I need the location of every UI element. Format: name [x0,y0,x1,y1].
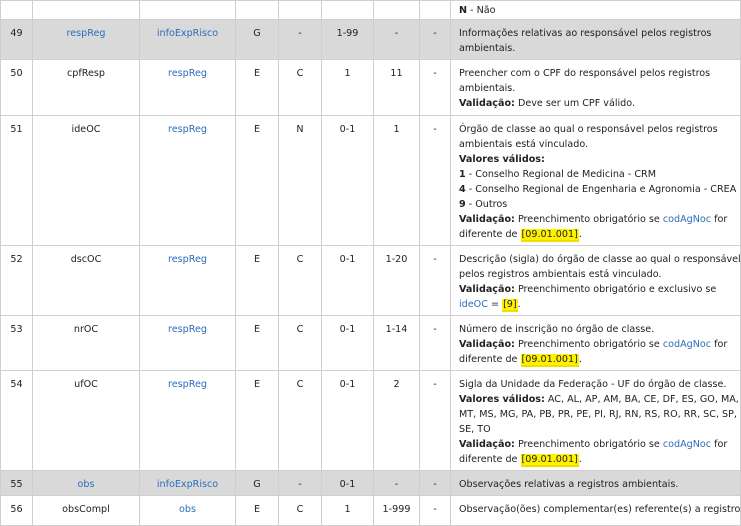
field-cardinality: 0-1 [321,115,374,246]
table-row: 51 ideOC respReg E N 0-1 1 - Órgão de cl… [0,115,741,246]
field-name: ideOC [32,115,140,246]
layout-table: N - Não 49 respReg infoExpRisco G - 1-99… [0,0,741,526]
field-occurrence: - [278,19,322,60]
field-size: - [373,470,420,496]
table-row: 55 obs infoExpRisco G - 0-1 - - Observaç… [0,470,741,496]
parent-link[interactable]: respReg [168,379,207,390]
table-row: 53 nrOC respReg E C 0-1 1-14 - Número de… [0,315,741,371]
field-number: 53 [0,315,33,371]
field-occurrence: C [278,59,322,116]
field-occurrence: - [278,470,322,496]
field-cardinality: 1-99 [321,19,374,60]
field-occurrence: C [278,370,322,471]
field-cardinality: 1 [321,495,374,526]
field-description: Órgão de classe ao qual o responsável pe… [450,115,741,246]
field-number: 51 [0,115,33,246]
field-decimals: - [419,19,451,60]
field-size: 1-999 [373,495,420,526]
parent-link[interactable]: respReg [168,254,207,265]
field-cardinality: 0-1 [321,470,374,496]
field-decimals: - [419,115,451,246]
table-row: 50 cpfResp respReg E C 1 11 - Preencher … [0,59,741,116]
field-occurrence: N [278,115,322,246]
field-occurrence: C [278,495,322,526]
field-type: G [235,470,279,496]
field-name: nrOC [32,315,140,371]
field-description: Informações relativas ao responsável pel… [450,19,741,60]
table-row: 52 dscOC respReg E C 0-1 1-20 - Descriçã… [0,245,741,316]
field-size: 11 [373,59,420,116]
field-number: 52 [0,245,33,316]
highlighted-code: [09.01.001] [520,354,579,365]
highlighted-code: [9] [502,299,518,310]
field-type: E [235,315,279,371]
codagnoc-link[interactable]: codAgNoc [663,214,711,225]
field-name: cpfResp [32,59,140,116]
table-row: 56 obsCompl obs E C 1 1-999 - Observação… [0,495,741,526]
field-decimals: - [419,470,451,496]
field-number: 49 [0,19,33,60]
field-size: 1-20 [373,245,420,316]
ideoc-link[interactable]: ideOC [459,299,488,310]
highlighted-code: [09.01.001] [520,454,579,465]
field-cardinality: 0-1 [321,370,374,471]
table-row: 49 respReg infoExpRisco G - 1-99 - - Inf… [0,19,741,60]
field-number: 54 [0,370,33,471]
field-type: E [235,495,279,526]
field-name: obsCompl [32,495,140,526]
parent-link[interactable]: respReg [168,124,207,135]
field-name-link[interactable]: respReg [67,28,106,39]
codagnoc-link[interactable]: codAgNoc [663,439,711,450]
field-description: Observações relativas a registros ambien… [450,470,741,496]
field-decimals: - [419,315,451,371]
parent-link[interactable]: infoExpRisco [157,28,218,39]
field-description: Observação(ões) complementar(es) referen… [450,495,741,526]
table-row: 54 ufOC respReg E C 0-1 2 - Sigla da Uni… [0,370,741,471]
highlighted-code: [09.01.001] [520,229,579,240]
parent-link[interactable]: respReg [168,68,207,79]
field-name: dscOC [32,245,140,316]
field-occurrence: C [278,315,322,371]
field-decimals: - [419,495,451,526]
parent-link[interactable]: infoExpRisco [157,479,218,490]
field-number: 56 [0,495,33,526]
field-size: - [373,19,420,60]
parent-link[interactable]: obs [179,504,196,515]
field-number: 55 [0,470,33,496]
field-occurrence: C [278,245,322,316]
codagnoc-link[interactable]: codAgNoc [663,339,711,350]
field-type: E [235,370,279,471]
field-size: 1 [373,115,420,246]
field-description: Preencher com o CPF do responsável pelos… [450,59,741,116]
field-size: 2 [373,370,420,471]
field-description: Sigla da Unidade da Federação - UF do ór… [450,370,741,471]
field-description: Descrição (sigla) do órgão de classe ao … [450,245,741,316]
field-type: E [235,245,279,316]
field-type: E [235,115,279,246]
parent-link[interactable]: respReg [168,324,207,335]
field-name-link[interactable]: obs [78,479,95,490]
field-cardinality: 1 [321,59,374,116]
field-decimals: - [419,370,451,471]
field-cardinality: 0-1 [321,245,374,316]
field-description: Número de inscrição no órgão de classe. … [450,315,741,371]
field-decimals: - [419,245,451,316]
field-size: 1-14 [373,315,420,371]
field-cardinality: 0-1 [321,315,374,371]
table-row: N - Não [0,0,741,20]
field-decimals: - [419,59,451,116]
field-type: G [235,19,279,60]
field-type: E [235,59,279,116]
field-name: ufOC [32,370,140,471]
field-number: 50 [0,59,33,116]
field-description: N - Não [450,0,741,20]
